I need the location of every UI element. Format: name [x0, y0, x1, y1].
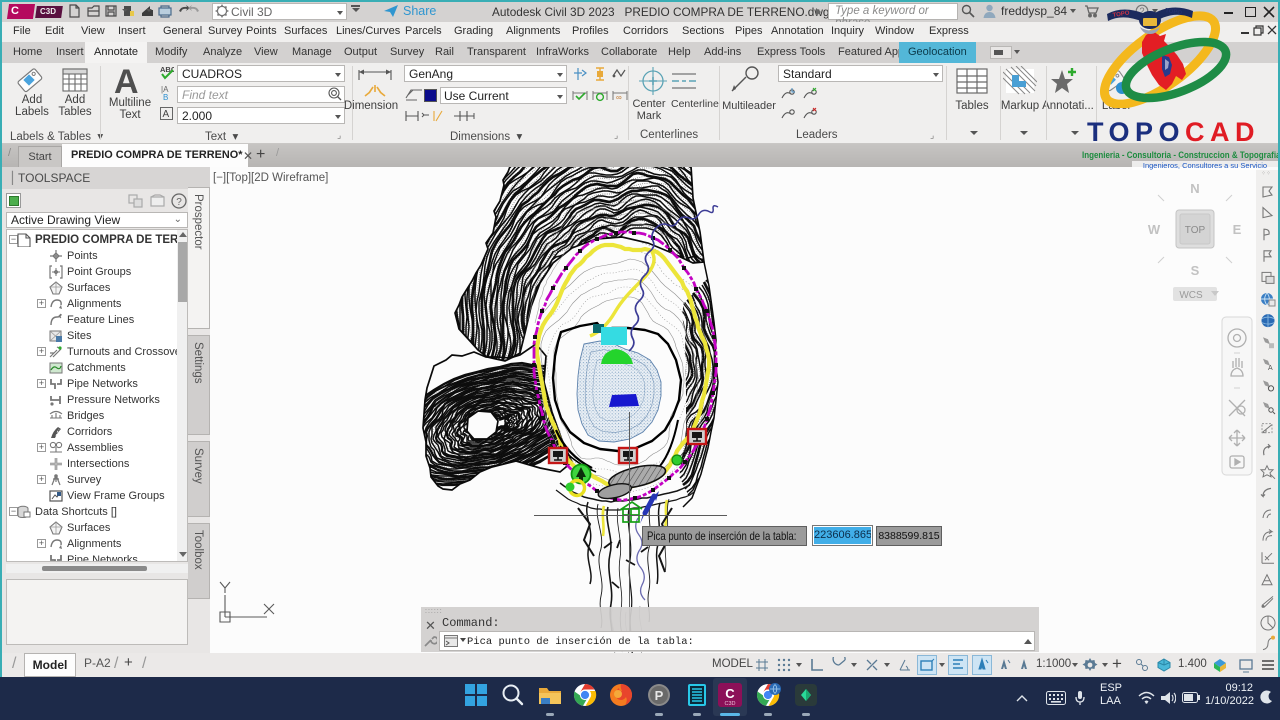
- svg-text:N: N: [1190, 181, 1199, 196]
- svg-text:⁘⁘: ⁘⁘: [1261, 171, 1271, 177]
- svg-text:TOPO: TOPO: [1112, 10, 1130, 19]
- svg-text:?: ?: [176, 197, 182, 208]
- svg-text:W: W: [1148, 222, 1161, 237]
- svg-text:∞: ∞: [616, 93, 622, 102]
- svg-text:C: C: [725, 686, 735, 701]
- svg-text:E: E: [1233, 222, 1242, 237]
- svg-text:A: A: [163, 109, 170, 120]
- svg-text:S: S: [1191, 263, 1200, 278]
- svg-text:B: B: [163, 93, 168, 101]
- svg-text:ABC: ABC: [160, 65, 174, 74]
- svg-text:P: P: [655, 688, 664, 703]
- svg-text:C3D: C3D: [724, 701, 735, 707]
- svg-text:WCS: WCS: [1179, 290, 1203, 301]
- svg-text:A: A: [1268, 365, 1273, 372]
- svg-text:TOP: TOP: [1185, 225, 1206, 236]
